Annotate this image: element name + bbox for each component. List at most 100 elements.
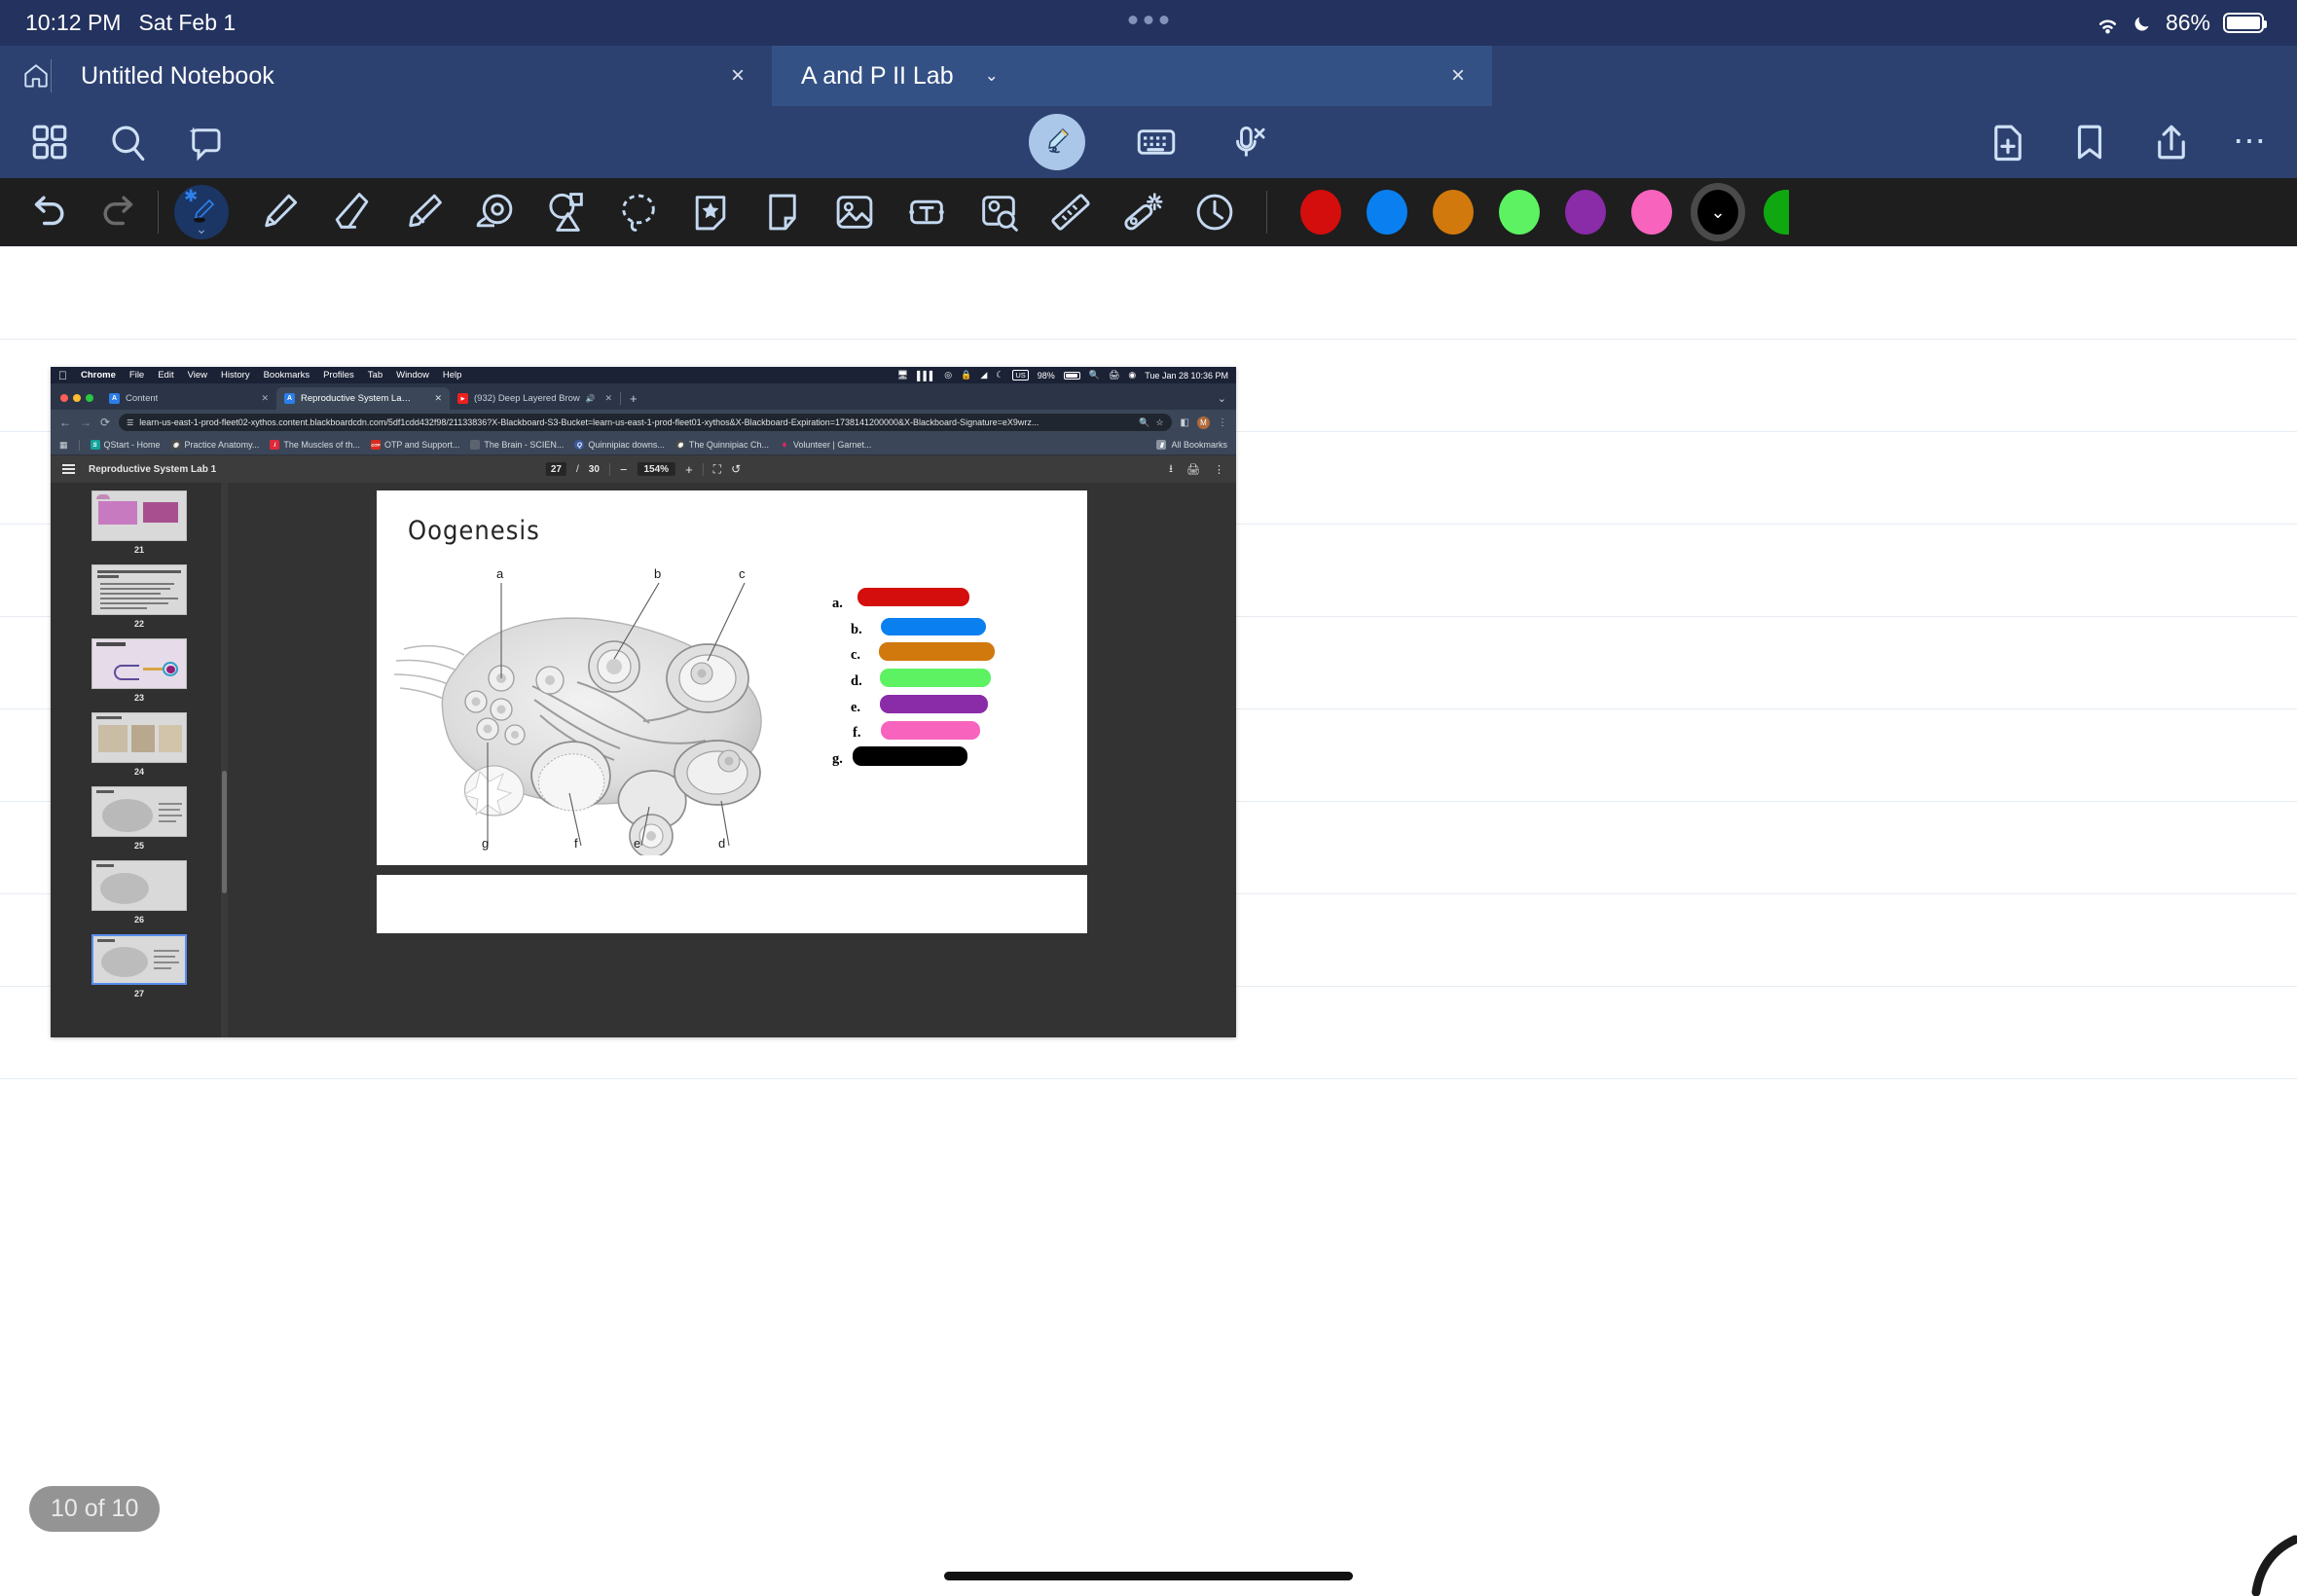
bookmark-quinnipiac-ch[interactable]: ◉ The Quinnipiac Ch... [675,440,769,450]
browser-tab-content[interactable]: A Content ✕ [101,387,276,410]
search-icon[interactable]: 🔍 [1089,370,1100,381]
thumbnail-26[interactable]: 26 [51,860,228,925]
highlighter-icon[interactable] [400,190,445,235]
keyboard-icon[interactable] [1136,122,1177,163]
bookmark-the-brain[interactable]: The Brain - SCIEN... [470,440,564,450]
image-search-icon[interactable] [976,190,1021,235]
zoom-out-button[interactable]: − [620,462,628,477]
home-button[interactable] [0,46,51,106]
hamburger-icon[interactable] [62,464,75,474]
microphone-off-icon[interactable] [1227,122,1268,163]
extensions-icon[interactable]: ◧ [1181,417,1189,428]
bookmarks-grid-icon[interactable]: ▦ [59,440,68,451]
bookmark-star-icon[interactable]: ☆ [1155,417,1163,428]
color-swatch-green[interactable] [1499,190,1540,235]
more-vertical-icon[interactable]: ⋮ [1214,463,1224,476]
thumbnail-25[interactable]: 25 [51,786,228,851]
site-settings-icon[interactable]: ☰ [127,418,133,427]
color-swatch-red[interactable] [1300,190,1341,235]
thumbnail-22[interactable]: 22 [51,564,228,629]
close-icon[interactable]: × [725,62,750,90]
bookmark-muscles[interactable]: i The Muscles of th... [270,440,360,450]
lock-icon[interactable]: 🔒 [961,370,971,381]
share-icon[interactable] [2151,122,2192,163]
image-icon[interactable] [832,190,877,235]
fit-page-icon[interactable]: ⛶ [713,462,721,477]
ai-assist-icon[interactable] [185,122,226,163]
profile-icon[interactable]: ◉ [1128,370,1136,381]
notebook-tab-1[interactable]: A and P II Lab ⌄ × [772,46,1492,106]
pencil-icon[interactable] [256,190,301,235]
menu-help[interactable]: Help [443,370,462,381]
embedded-screenshot[interactable]:  Chrome File Edit View History Bookmark… [51,367,1236,1037]
keyboard-layout-badge[interactable]: US [1012,370,1029,381]
close-icon[interactable]: ✕ [604,393,612,404]
menu-bookmarks[interactable]: Bookmarks [264,370,310,381]
new-page-icon[interactable] [1987,122,2028,163]
wifi-icon[interactable]: ◢ [980,370,987,381]
browser-tab-youtube[interactable]: ▶ (932) Deep Layered Brow 🔊 ✕ [450,387,620,410]
magic-wand-icon[interactable] [1120,190,1165,235]
display-icon[interactable]: 🖥 [897,370,908,381]
menu-file[interactable]: File [129,370,144,381]
menu-tab[interactable]: Tab [368,370,383,381]
bookmark-icon[interactable] [2069,122,2110,163]
home-indicator[interactable] [944,1572,1353,1580]
download-icon[interactable]: ⭳ [1169,460,1173,479]
more-vertical-icon[interactable]: ⋮ [1218,417,1227,428]
pdf-thumbnail-sidebar[interactable]: 21 22 23 24 25 26 27 [51,483,228,1037]
color-swatch-black-selected[interactable]: ⌄ [1691,183,1745,241]
tab-audio-icon[interactable]: 🔊 [586,394,596,403]
menu-profiles[interactable]: Profiles [323,370,354,381]
pdf-page-viewport[interactable]: Oogenesis a b c g f e d a. b. c. d. e. f… [228,483,1236,1037]
close-icon[interactable]: ✕ [434,393,442,404]
thumbnail-23[interactable]: 23 [51,638,228,703]
tab-search-chevron-icon[interactable]: ⌄ [1218,392,1236,410]
brush-icon[interactable]: ✱ ⌄ [174,185,229,239]
close-icon[interactable]: ✕ [261,393,269,404]
redo-icon[interactable] [97,190,142,235]
browser-tab-reproductive-system-lab[interactable]: A Reproductive System Lab 1 ✕ [276,387,450,410]
bookmark-quinnipiac-downs[interactable]: Q Quinnipiac downs... [574,440,665,450]
notebook-tab-0[interactable]: Untitled Notebook × [52,46,772,106]
eraser-icon[interactable] [328,190,373,235]
address-bar[interactable]: ☰ learn-us-east-1-prod-fleet02-xythos.co… [119,414,1172,431]
equalizer-icon[interactable]: ▌▌▌ [917,371,935,381]
ruler-icon[interactable] [1048,190,1093,235]
pen-tool-icon[interactable] [1029,114,1085,170]
close-icon[interactable]: × [1445,62,1471,90]
color-swatch-darkgreen[interactable] [1764,190,1789,235]
bookmark-volunteer[interactable]: ♦ Volunteer | Garnet... [780,440,871,451]
search-icon[interactable] [107,122,148,163]
forward-icon[interactable]: → [80,416,91,429]
page-counter[interactable]: 10 of 10 [29,1486,161,1532]
pdf-zoom-level[interactable]: 154% [637,462,676,476]
page-curl-icon[interactable] [2209,1532,2297,1596]
clock-icon[interactable] [1192,190,1237,235]
thumbnail-27-current[interactable]: 27 [51,934,228,998]
shape-icon[interactable] [544,190,589,235]
more-icon[interactable]: ⋯ [2233,126,2268,158]
menu-view[interactable]: View [188,370,207,381]
color-swatch-pink[interactable] [1631,190,1672,235]
zoom-icon[interactable]: 🔍 [1139,417,1149,428]
color-swatch-purple[interactable] [1565,190,1606,235]
new-tab-button[interactable]: + [621,391,646,410]
chevron-down-icon[interactable]: ⌄ [196,221,207,237]
color-swatch-orange[interactable] [1433,190,1474,235]
grid-icon[interactable] [29,122,70,163]
back-icon[interactable]: ← [59,416,71,429]
notebook-canvas[interactable]:  Chrome File Edit View History Bookmark… [0,246,2297,1596]
apple-icon[interactable]:  [58,370,67,381]
profile-avatar[interactable]: M [1197,416,1210,429]
bookmark-qstart[interactable]: S QStart - Home [90,440,161,450]
lasso-icon[interactable] [616,190,661,235]
menu-edit[interactable]: Edit [158,370,173,381]
undo-icon[interactable] [25,190,70,235]
printer-icon[interactable]: 🖨 [1109,370,1119,381]
print-icon[interactable]: 🖨 [1186,463,1200,476]
menu-chrome[interactable]: Chrome [81,370,116,381]
thumbnail-24[interactable]: 24 [51,712,228,777]
textbox-icon[interactable] [904,190,949,235]
thumbnail-21[interactable]: 21 [51,490,228,555]
